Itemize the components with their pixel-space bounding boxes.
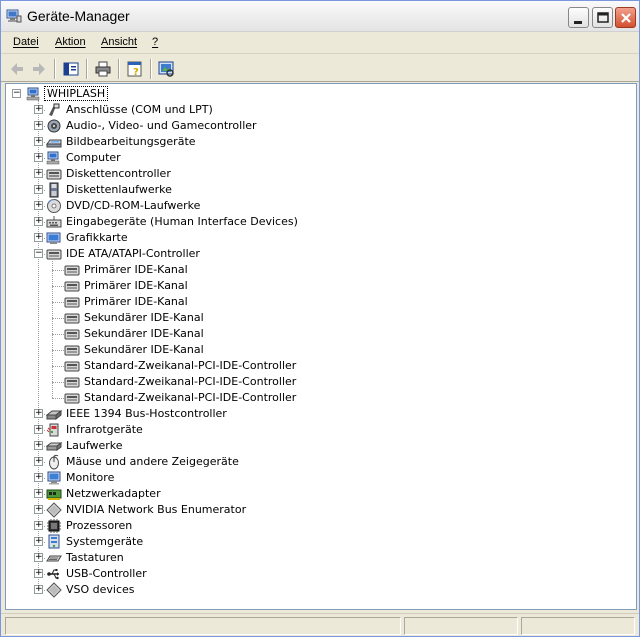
ide-controller-icon [64,393,80,404]
tree-node-label: Anschlüsse (COM und LPT) [66,103,213,116]
scanner-icon [46,139,62,148]
help-properties-icon[interactable]: ? [125,59,145,79]
network-adapter-icon [46,489,62,500]
port-icon [49,103,60,116]
tree-node-label: NVIDIA Network Bus Enumerator [66,503,247,516]
tree-node-label: VSO devices [66,583,135,596]
tree-node-label: USB-Controller [66,567,147,580]
title-bar[interactable]: Geräte-Manager [1,1,639,32]
speaker-icon [47,119,61,133]
tree-node-label: Prozessoren [66,519,133,532]
tree-node-label: Diskettenlaufwerke [66,183,172,196]
ide-controller-icon [46,249,62,260]
ide-controller-icon [64,345,80,356]
drive-icon [46,442,62,451]
toolbar-separator [86,59,88,79]
tree-node-label: Sekundärer IDE-Kanal [84,343,204,356]
ide-controller-icon [64,265,80,276]
scan-hardware-icon[interactable] [156,59,176,79]
tree-node-label: Standard-Zweikanal-PCI-IDE-Controller [84,391,297,404]
mouse-icon [49,454,59,470]
tree-node-label: Mäuse und andere Zeigegeräte [66,455,239,468]
window-title: Geräte-Manager [27,8,130,24]
display-adapter-icon [46,232,61,244]
tree-node-label: Primärer IDE-Kanal [84,279,188,292]
hid-icon [46,216,62,228]
computer-icon [26,87,40,101]
tree-node-label: Diskettencontroller [66,167,171,180]
maximize-button[interactable] [592,7,613,28]
monitor-icon [47,471,61,485]
processor-icon [47,519,61,533]
forward-arrow-icon[interactable] [29,59,49,79]
device-tree[interactable]: − WHIPLASH + Anschlüsse (COM und LPT) + Audio… [5,83,637,610]
tree-node-label: Systemgeräte [66,535,144,548]
close-button[interactable] [615,7,636,28]
controller-icon [46,169,62,180]
tree-node-label: Computer [66,151,121,164]
toolbar: ? [1,55,639,82]
tree-node-label: Grafikkarte [66,231,128,244]
toolbar-separator [118,59,120,79]
tree-node-label: Primärer IDE-Kanal [84,295,188,308]
tree-node-label: Laufwerke [66,439,123,452]
ide-controller-icon [64,377,80,388]
tree-node-label: DVD/CD-ROM-Laufwerke [66,199,201,212]
ide-controller-icon [64,329,80,340]
show-hide-tree-icon[interactable] [61,59,81,79]
menu-datei[interactable]: Datei [13,36,39,48]
firewire-icon [46,409,62,421]
menu-help[interactable]: ? [152,36,158,48]
close-icon [621,13,631,23]
tree-node-label: Audio-, Video- und Gamecontroller [66,119,257,132]
tree-node-label: Standard-Zweikanal-PCI-IDE-Controller [84,375,297,388]
tree-connector [52,259,53,398]
generic-device-icon [46,582,62,598]
toolbar-separator [150,59,152,79]
back-arrow-icon[interactable] [7,59,27,79]
status-pane-2 [404,617,518,635]
computer-icon [46,151,60,165]
tree-node-label: Tastaturen [66,551,124,564]
status-pane-3 [521,617,635,635]
ide-controller-icon [64,281,80,292]
cdrom-icon [47,199,61,213]
maximize-icon [597,12,609,23]
tree-node-label: Standard-Zweikanal-PCI-IDE-Controller [84,359,297,372]
tree-node-label: Sekundärer IDE-Kanal [84,311,204,324]
tree-node-label: IDE ATA/ATAPI-Controller [66,247,200,260]
menu-bar: Datei Aktion Ansicht ? [1,32,639,54]
tree-node-label: Infrarotgeräte [66,423,143,436]
tree-node-label: WHIPLASH [44,86,109,101]
tree-node-label: Sekundärer IDE-Kanal [84,327,204,340]
tree-node-label: IEEE 1394 Bus-Hostcontroller [66,407,227,420]
generic-device-icon [46,502,62,518]
menu-ansicht[interactable]: Ansicht [101,36,137,48]
toolbar-separator [54,59,56,79]
floppy-icon [49,182,59,198]
tree-node-label: Eingabegeräte (Human Interface Devices) [66,215,298,228]
print-icon[interactable] [93,59,113,79]
tree-node-label: Netzwerkadapter [66,487,161,500]
tree-node-label: Bildbearbeitungsgeräte [66,135,196,148]
ide-controller-icon [64,313,80,324]
infrared-icon [46,423,59,437]
svg-text:?: ? [133,67,139,78]
ide-controller-icon [64,297,80,308]
usb-icon [47,569,59,580]
ide-controller-icon [64,361,80,372]
device-manager-window: Geräte-Manager Datei Aktion Ansicht ? ? … [0,0,640,637]
tree-node-label: Monitore [66,471,115,484]
status-bar [1,613,639,636]
status-pane-main [5,617,401,635]
minimize-icon [574,21,582,24]
keyboard-icon [46,555,62,562]
minimize-button[interactable] [568,7,589,28]
tree-node-label: Primärer IDE-Kanal [84,263,188,276]
menu-aktion[interactable]: Aktion [55,36,86,48]
device-manager-icon [6,9,22,23]
system-device-icon [48,534,60,549]
